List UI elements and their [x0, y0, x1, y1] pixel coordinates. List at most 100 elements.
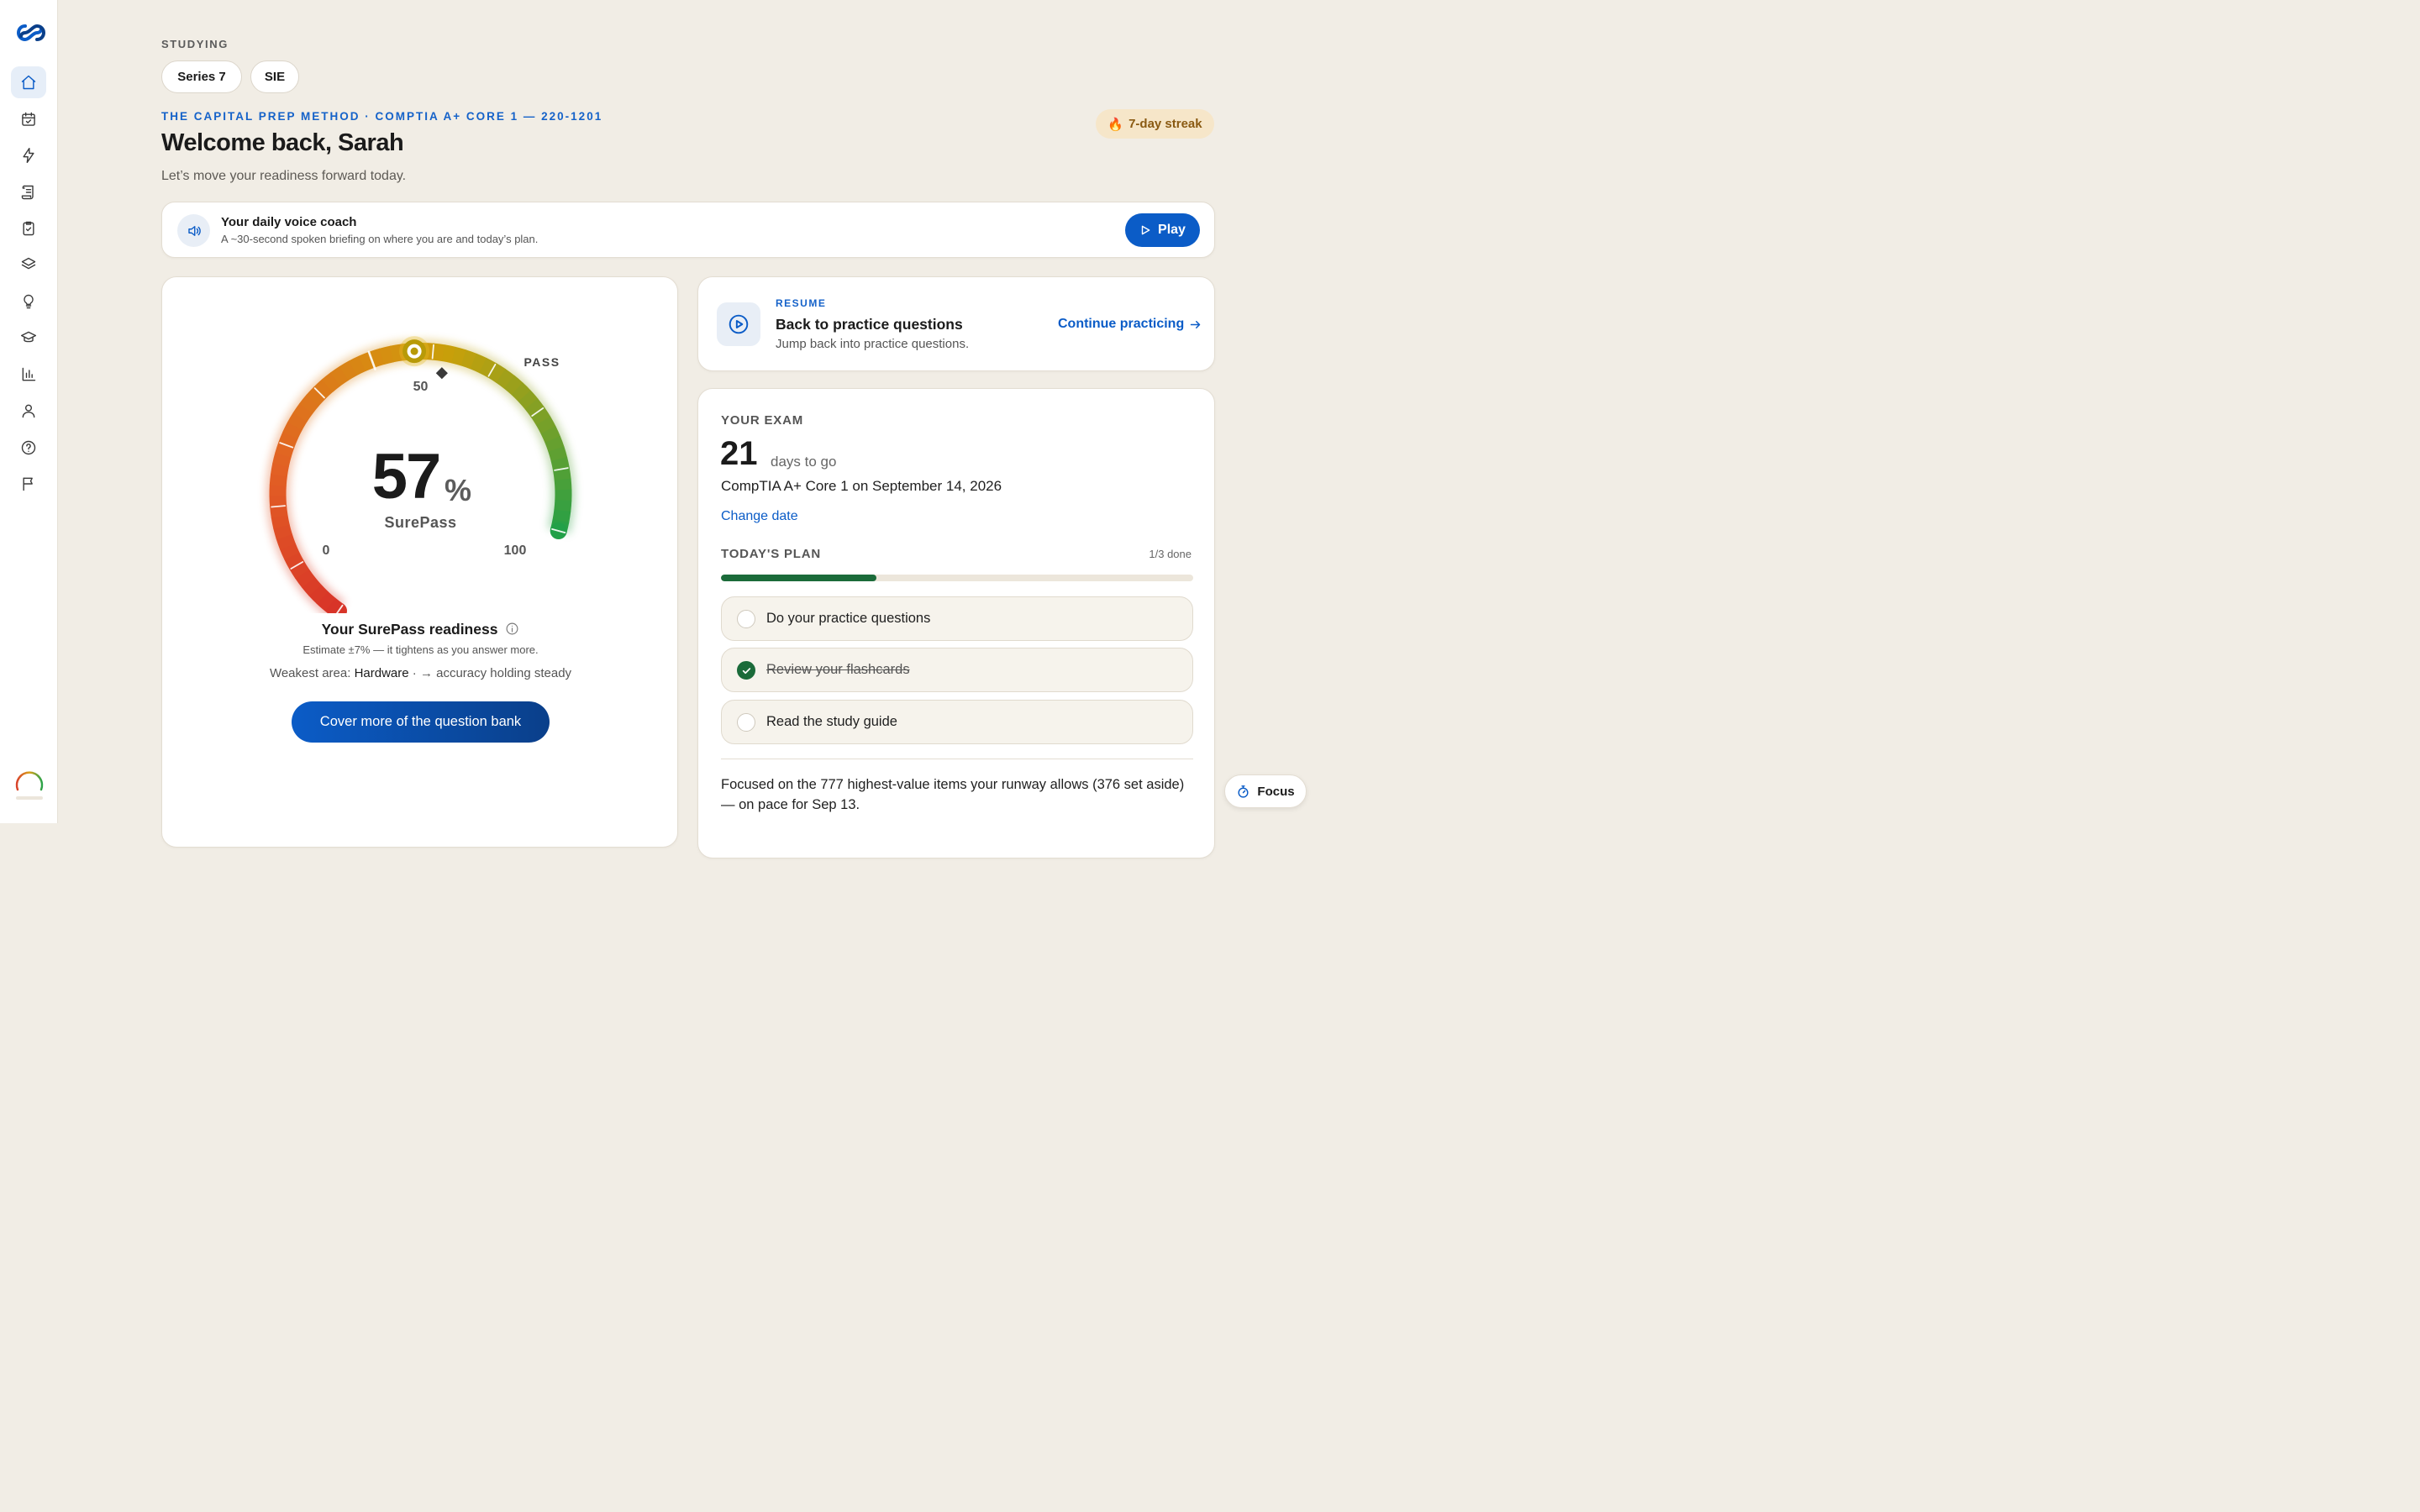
gauge-arc-segment	[548, 446, 568, 462]
gauge-value: 57	[372, 441, 440, 512]
gauge-arc-segment	[503, 375, 523, 396]
nav-home[interactable]	[11, 66, 46, 98]
voice-coach-subtitle: A ~30-second spoken briefing on where yo…	[221, 233, 539, 245]
play-icon	[1141, 225, 1150, 235]
gauge-arc-segment	[511, 382, 531, 402]
brand-logo[interactable]	[17, 24, 45, 42]
user-icon	[22, 404, 35, 418]
gauge-label-max: 100	[504, 543, 527, 558]
gauge-arc-segment	[306, 386, 326, 407]
change-date-link[interactable]: Change date	[721, 509, 798, 524]
task-label: Do your practice questions	[766, 611, 931, 626]
gauge-arc-segment	[270, 505, 288, 518]
continue-practicing-link[interactable]: Continue practicing	[1058, 317, 1202, 332]
gauge-arc-segment	[339, 360, 358, 381]
gauge-arc-segment	[282, 421, 302, 439]
gauge-arc-segment	[279, 543, 300, 560]
task-label: Review your flashcards	[766, 662, 910, 677]
focus-button[interactable]: Focus	[1224, 774, 1307, 808]
graduation-cap-icon	[20, 331, 37, 343]
play-button[interactable]: Play	[1125, 213, 1200, 247]
gauge-arc-segment	[321, 372, 341, 392]
nav-schedule[interactable]	[11, 103, 46, 135]
exam-label: YOUR EXAM	[721, 413, 804, 428]
readiness-card: 0 50 100 PASS 57 % SurePass Your SurePas…	[161, 276, 678, 848]
gauge-arc-segment	[552, 509, 571, 523]
gauge-arc-segment	[272, 452, 292, 467]
gauge-arc-segment	[278, 431, 298, 449]
task-label: Read the study guide	[766, 714, 897, 729]
nav-quick-practice[interactable]	[11, 139, 46, 171]
nav-report[interactable]	[11, 468, 46, 500]
gauge-arc-segment	[535, 416, 556, 434]
readiness-title: Your SurePass readiness	[162, 621, 679, 638]
nav-help[interactable]	[11, 432, 46, 464]
nav-profile[interactable]	[11, 395, 46, 427]
pass-diamond	[435, 367, 448, 380]
lightning-icon	[23, 147, 34, 164]
streak-label: 7-day streak	[1128, 117, 1202, 131]
app-root: STUDYING Series 7 SIE THE CAPITAL PREP M…	[0, 0, 1318, 858]
gauge-arc-segment	[524, 398, 545, 417]
gauge-arc-segment	[432, 343, 445, 362]
todays-plan-label: TODAY'S PLAN	[721, 547, 822, 561]
check-icon	[742, 667, 750, 674]
gauge-arc-segment	[470, 353, 487, 374]
plan-progress-bar	[721, 575, 1193, 581]
page-subtitle: Let’s move your readiness forward today.	[161, 169, 407, 183]
resume-title: Back to practice questions	[776, 316, 963, 333]
gauge-arc-segment	[271, 514, 290, 529]
gauge-arc-segment	[368, 348, 385, 368]
help-circle-icon	[21, 440, 36, 455]
voice-coach-title: Your daily voice coach	[221, 215, 357, 229]
exam-chip-sie[interactable]: SIE	[250, 60, 299, 93]
task-review-flashcards[interactable]: Review your flashcards	[721, 648, 1193, 692]
gauge-name: SurePass	[384, 514, 456, 531]
readiness-estimate: Estimate ±7% — it tightens as you answer…	[302, 643, 539, 656]
task-checkbox[interactable]	[737, 610, 755, 628]
pass-label: PASS	[523, 355, 560, 369]
pass-marker	[435, 367, 448, 380]
play-circle-icon	[717, 302, 760, 346]
nav-flashcards[interactable]	[11, 249, 46, 281]
scroll-icon	[21, 185, 34, 200]
plan-progress-fill	[721, 575, 877, 581]
gauge-arc-segment	[273, 524, 292, 540]
gauge-arc-segment	[530, 407, 551, 426]
nav-tips[interactable]	[11, 286, 46, 318]
gauge-arc-segment	[487, 363, 507, 383]
gauge-arc-segment	[292, 402, 313, 423]
gauge-arc-segment	[301, 576, 322, 596]
resume-subtitle: Jump back into practice questions.	[776, 337, 970, 351]
exam-chip-series-7[interactable]: Series 7	[161, 60, 242, 93]
nav-analytics[interactable]	[11, 359, 46, 391]
info-icon[interactable]	[505, 622, 519, 636]
task-checkbox[interactable]	[737, 713, 755, 732]
resume-card[interactable]: RESUME Back to practice questions Jump b…	[697, 276, 1215, 371]
nav-tests[interactable]	[11, 213, 46, 244]
page-title: Welcome back, Sarah	[161, 129, 404, 156]
gauge-needle	[399, 336, 430, 367]
gauge-arc-segment	[287, 412, 308, 431]
gauge-arc-segment	[271, 462, 289, 477]
gauge-arc-segment	[284, 552, 304, 570]
nav-courses[interactable]	[11, 322, 46, 354]
resume-label: RESUME	[776, 297, 827, 309]
task-practice-questions[interactable]: Do your practice questions	[721, 596, 1193, 641]
weakest-area: Weakest area: Hardware · → accuracy hold…	[162, 666, 679, 680]
gauge-arc-segment	[275, 441, 295, 458]
gauge-arc-segment	[451, 346, 467, 366]
exam-card: YOUR EXAM 21 days to go CompTIA A+ Core …	[697, 388, 1215, 858]
gauge-arc-segment	[441, 344, 456, 364]
task-checkbox-checked[interactable]	[737, 661, 755, 680]
cover-question-bank-button[interactable]: Cover more of the question bank	[292, 701, 550, 743]
nav-study-guide[interactable]	[11, 176, 46, 208]
mini-readiness-gauge[interactable]	[13, 766, 45, 801]
gauge-arc-segment	[554, 478, 572, 491]
flag-icon	[23, 477, 33, 491]
home-icon	[21, 75, 36, 90]
continue-practicing-label: Continue practicing	[1058, 317, 1185, 331]
gauge-arc-segment	[553, 467, 571, 481]
gauge-arc-segment	[460, 349, 477, 370]
task-study-guide[interactable]: Read the study guide	[721, 700, 1193, 744]
